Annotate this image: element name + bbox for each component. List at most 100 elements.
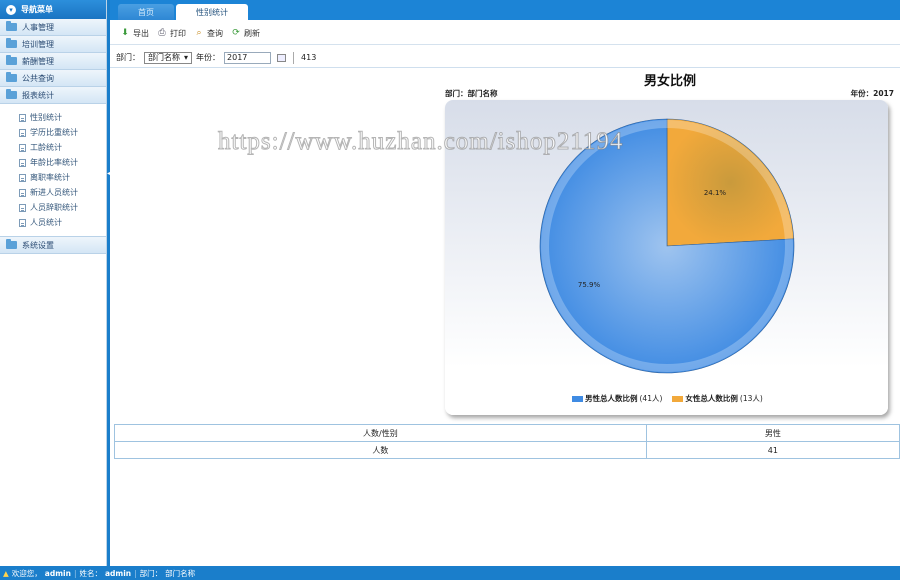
document-icon (19, 188, 26, 197)
sidebar-item-turnover-stats[interactable]: 离职率统计 (0, 170, 106, 185)
refresh-label: 刷新 (244, 28, 260, 38)
nav-menu-header[interactable]: ▾ 导航菜单 (0, 0, 106, 19)
year-filter-label: 年份： (196, 53, 221, 62)
dept-select-value: 部门名称 (148, 53, 180, 62)
print-label: 打印 (170, 28, 186, 38)
document-icon (19, 113, 26, 122)
divider: | (73, 568, 77, 578)
query-button[interactable]: ⌕ 查询 (194, 28, 223, 39)
folder-open-icon (6, 89, 17, 99)
divider (293, 51, 295, 64)
sidebar-group-label: 报表统计 (22, 90, 54, 100)
export-icon: ⬇ (121, 28, 129, 38)
legend-item-female[interactable]: 女性总人数比例 (13人) (672, 393, 763, 404)
search-icon: ⌕ (196, 28, 202, 38)
stats-table: 人数/性别 男性 人数 41 (114, 424, 900, 459)
sidebar-splitter[interactable]: ◀ (107, 0, 112, 566)
sidebar-item-resignation-stats[interactable]: 人员辞职统计 (0, 200, 106, 215)
table-cell: 人数 (114, 441, 647, 459)
folder-icon (6, 38, 17, 48)
sidebar-item-seniority-stats[interactable]: 工龄统计 (0, 140, 106, 155)
document-icon (19, 143, 26, 152)
legend-label-male: 男性总人数比例 (585, 394, 638, 403)
export-label: 导出 (133, 28, 149, 38)
year-input[interactable]: 2017 (224, 51, 272, 64)
table-row: 人数 41 (114, 441, 900, 459)
sidebar-item-label: 人员辞职统计 (30, 203, 78, 212)
year-input-value: 2017 (227, 53, 248, 62)
status-bar: ▲ 欢迎您， admin | 姓名： admin | 部门： 部门名称 (0, 566, 900, 580)
legend-count-female: (13人) (739, 394, 763, 403)
chart-year-label: 年份：2017 (850, 89, 894, 98)
sidebar-item-label: 离职率统计 (30, 173, 70, 182)
sidebar-group-hr[interactable]: 人事管理 (0, 19, 106, 36)
folder-icon (6, 55, 17, 65)
tab-bar: 首页 性别统计 (110, 0, 900, 20)
sidebar-group-label: 人事管理 (22, 22, 54, 32)
nav-menu-title: 导航菜单 (21, 5, 53, 14)
print-button[interactable]: ⎙ 打印 (157, 28, 186, 39)
pie-data-label-male: 75.9% (578, 281, 601, 289)
sidebar-item-label: 学历比重统计 (30, 128, 78, 137)
document-icon (19, 128, 26, 137)
status-dept-value: 部门名称 (165, 568, 196, 578)
legend-item-male[interactable]: 男性总人数比例 (41人) (572, 393, 662, 404)
table-header-row: 人数/性别 男性 (114, 424, 900, 442)
legend-swatch-female (672, 395, 684, 402)
collapse-icon[interactable]: ▾ (6, 4, 16, 15)
document-icon (19, 158, 26, 167)
sidebar-item-age-stats[interactable]: 年龄比率统计 (0, 155, 106, 170)
sidebar-item-education-stats[interactable]: 学历比重统计 (0, 125, 106, 140)
sidebar-nav: ▾ 导航菜单 人事管理 培训管理 薪酬管理 公共查询 报表统计 性别统计 学历比… (0, 0, 107, 566)
tab-label: 性别统计 (196, 7, 228, 17)
folder-icon (6, 239, 17, 249)
status-dept-label: 部门： (139, 568, 163, 578)
tab-home[interactable]: 首页 (118, 4, 174, 20)
legend-label-female: 女性总人数比例 (685, 394, 738, 403)
sidebar-group-label: 系统设置 (22, 240, 54, 250)
table-header-cell: 人数/性别 (114, 424, 647, 442)
export-button[interactable]: ⬇ 导出 (120, 28, 149, 39)
sidebar-item-staff-stats[interactable]: 人员统计 (0, 215, 106, 230)
sidebar-group-label: 公共查询 (22, 73, 54, 83)
table-header-cell: 男性 (645, 424, 900, 442)
warning-icon: ▲ (3, 568, 9, 578)
printer-icon: ⎙ (158, 28, 166, 38)
sidebar-item-label: 新进人员统计 (30, 188, 78, 197)
filter-bar: 部门： 部门名称 ▾ 年份： 2017 413 (110, 48, 900, 68)
dept-select[interactable]: 部门名称 ▾ (144, 51, 193, 64)
tab-gender-stats[interactable]: 性别统计 (176, 4, 248, 20)
folder-icon (6, 72, 17, 82)
chart-title: 男女比例 (643, 74, 696, 89)
sidebar-group-public-query[interactable]: 公共查询 (0, 70, 106, 87)
pie-data-label-female: 24.1% (704, 189, 727, 197)
sidebar-group-training[interactable]: 培训管理 (0, 36, 106, 53)
dept-filter-label: 部门： (116, 53, 140, 62)
sidebar-group-reports[interactable]: 报表统计 (0, 87, 106, 104)
chart-legend: 男性总人数比例 (41人) 女性总人数比例 (13人) (572, 393, 763, 404)
sidebar-item-new-hire-stats[interactable]: 新进人员统计 (0, 185, 106, 200)
legend-count-male: (41人) (639, 394, 663, 403)
toolbar: ⬇ 导出 ⎙ 打印 ⌕ 查询 ⟳ 刷新 (110, 22, 900, 45)
sidebar-item-label: 年龄比率统计 (30, 158, 78, 167)
sidebar-item-label: 性别统计 (30, 113, 62, 122)
result-count: 413 (301, 53, 317, 62)
calendar-icon[interactable] (277, 53, 287, 62)
refresh-button[interactable]: ⟳ 刷新 (231, 28, 260, 39)
collapse-arrow-icon[interactable]: ◀ (107, 170, 112, 180)
report-submenu: 性别统计 学历比重统计 工龄统计 年龄比率统计 离职率统计 新进人员统计 人员辞… (0, 104, 106, 237)
document-icon (19, 218, 26, 227)
sidebar-item-label: 工龄统计 (30, 143, 62, 152)
sidebar-group-salary[interactable]: 薪酬管理 (0, 53, 106, 70)
sidebar-group-system-settings[interactable]: 系统设置 (0, 237, 106, 254)
table-cell: 41 (645, 441, 900, 459)
sidebar-group-label: 薪酬管理 (22, 56, 54, 66)
status-username: admin (44, 568, 71, 578)
sidebar-item-gender-stats[interactable]: 性别统计 (0, 110, 106, 125)
status-welcome: 欢迎您， (11, 568, 42, 578)
dropdown-arrow-icon: ▾ (184, 53, 189, 62)
document-icon (19, 173, 26, 182)
refresh-icon: ⟳ (232, 28, 240, 38)
sidebar-group-label: 培训管理 (22, 39, 54, 49)
document-icon (19, 203, 26, 212)
